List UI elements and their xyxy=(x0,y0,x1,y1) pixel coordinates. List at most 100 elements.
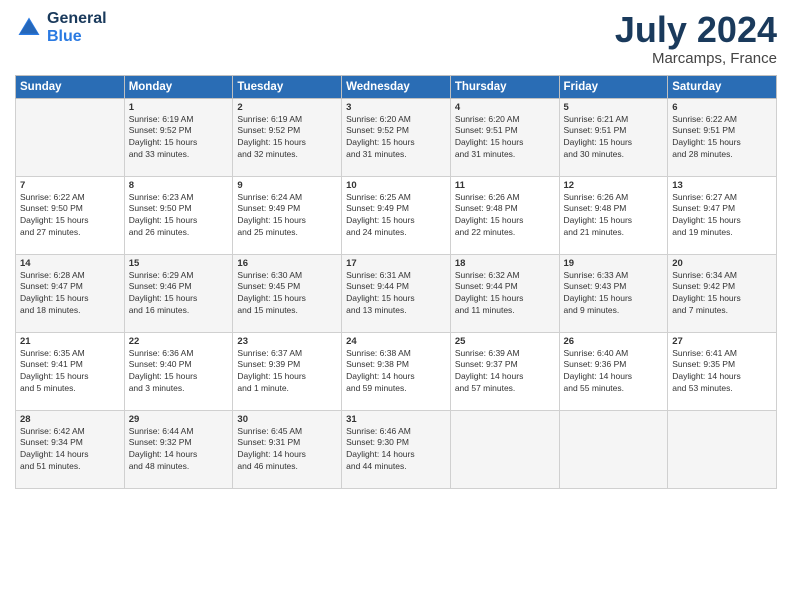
col-thursday: Thursday xyxy=(450,75,559,98)
day-number: 17 xyxy=(346,258,446,269)
header: General Blue July 2024 Marcamps, France xyxy=(15,10,777,67)
day-info: Sunrise: 6:27 AM Sunset: 9:47 PM Dayligh… xyxy=(672,192,772,240)
day-info: Sunrise: 6:40 AM Sunset: 9:36 PM Dayligh… xyxy=(564,348,664,396)
day-number: 10 xyxy=(346,180,446,191)
calendar-cell: 10Sunrise: 6:25 AM Sunset: 9:49 PM Dayli… xyxy=(342,176,451,254)
day-info: Sunrise: 6:34 AM Sunset: 9:42 PM Dayligh… xyxy=(672,270,772,318)
day-number: 8 xyxy=(129,180,229,191)
day-number: 27 xyxy=(672,336,772,347)
day-number: 9 xyxy=(237,180,337,191)
day-number: 24 xyxy=(346,336,446,347)
day-number: 14 xyxy=(20,258,120,269)
calendar-cell xyxy=(668,410,777,488)
col-wednesday: Wednesday xyxy=(342,75,451,98)
calendar-cell: 16Sunrise: 6:30 AM Sunset: 9:45 PM Dayli… xyxy=(233,254,342,332)
day-info: Sunrise: 6:21 AM Sunset: 9:51 PM Dayligh… xyxy=(564,114,664,162)
col-sunday: Sunday xyxy=(16,75,125,98)
day-number: 18 xyxy=(455,258,555,269)
week-row-3: 14Sunrise: 6:28 AM Sunset: 9:47 PM Dayli… xyxy=(16,254,777,332)
calendar-cell: 12Sunrise: 6:26 AM Sunset: 9:48 PM Dayli… xyxy=(559,176,668,254)
col-tuesday: Tuesday xyxy=(233,75,342,98)
day-info: Sunrise: 6:22 AM Sunset: 9:51 PM Dayligh… xyxy=(672,114,772,162)
day-number: 6 xyxy=(672,102,772,113)
calendar-cell: 30Sunrise: 6:45 AM Sunset: 9:31 PM Dayli… xyxy=(233,410,342,488)
calendar-cell: 8Sunrise: 6:23 AM Sunset: 9:50 PM Daylig… xyxy=(124,176,233,254)
calendar-cell: 25Sunrise: 6:39 AM Sunset: 9:37 PM Dayli… xyxy=(450,332,559,410)
calendar-cell: 26Sunrise: 6:40 AM Sunset: 9:36 PM Dayli… xyxy=(559,332,668,410)
header-row: Sunday Monday Tuesday Wednesday Thursday… xyxy=(16,75,777,98)
day-number: 11 xyxy=(455,180,555,191)
page: General Blue July 2024 Marcamps, France … xyxy=(0,0,792,612)
month-title: July 2024 xyxy=(615,10,777,50)
calendar-cell: 29Sunrise: 6:44 AM Sunset: 9:32 PM Dayli… xyxy=(124,410,233,488)
calendar-cell: 13Sunrise: 6:27 AM Sunset: 9:47 PM Dayli… xyxy=(668,176,777,254)
day-info: Sunrise: 6:38 AM Sunset: 9:38 PM Dayligh… xyxy=(346,348,446,396)
day-info: Sunrise: 6:26 AM Sunset: 9:48 PM Dayligh… xyxy=(455,192,555,240)
day-number: 26 xyxy=(564,336,664,347)
day-info: Sunrise: 6:26 AM Sunset: 9:48 PM Dayligh… xyxy=(564,192,664,240)
day-number: 22 xyxy=(129,336,229,347)
day-number: 29 xyxy=(129,414,229,425)
calendar-cell xyxy=(16,98,125,176)
day-info: Sunrise: 6:23 AM Sunset: 9:50 PM Dayligh… xyxy=(129,192,229,240)
calendar-cell xyxy=(450,410,559,488)
week-row-1: 1Sunrise: 6:19 AM Sunset: 9:52 PM Daylig… xyxy=(16,98,777,176)
week-row-4: 21Sunrise: 6:35 AM Sunset: 9:41 PM Dayli… xyxy=(16,332,777,410)
calendar-cell: 3Sunrise: 6:20 AM Sunset: 9:52 PM Daylig… xyxy=(342,98,451,176)
col-saturday: Saturday xyxy=(668,75,777,98)
calendar-cell xyxy=(559,410,668,488)
calendar-cell: 14Sunrise: 6:28 AM Sunset: 9:47 PM Dayli… xyxy=(16,254,125,332)
day-number: 12 xyxy=(564,180,664,191)
day-number: 4 xyxy=(455,102,555,113)
day-info: Sunrise: 6:45 AM Sunset: 9:31 PM Dayligh… xyxy=(237,426,337,474)
day-info: Sunrise: 6:25 AM Sunset: 9:49 PM Dayligh… xyxy=(346,192,446,240)
day-number: 31 xyxy=(346,414,446,425)
day-info: Sunrise: 6:33 AM Sunset: 9:43 PM Dayligh… xyxy=(564,270,664,318)
title-block: July 2024 Marcamps, France xyxy=(615,10,777,67)
day-number: 15 xyxy=(129,258,229,269)
day-info: Sunrise: 6:37 AM Sunset: 9:39 PM Dayligh… xyxy=(237,348,337,396)
calendar-cell: 24Sunrise: 6:38 AM Sunset: 9:38 PM Dayli… xyxy=(342,332,451,410)
calendar-cell: 9Sunrise: 6:24 AM Sunset: 9:49 PM Daylig… xyxy=(233,176,342,254)
calendar-table: Sunday Monday Tuesday Wednesday Thursday… xyxy=(15,75,777,489)
calendar-cell: 6Sunrise: 6:22 AM Sunset: 9:51 PM Daylig… xyxy=(668,98,777,176)
calendar-cell: 22Sunrise: 6:36 AM Sunset: 9:40 PM Dayli… xyxy=(124,332,233,410)
day-number: 16 xyxy=(237,258,337,269)
day-number: 7 xyxy=(20,180,120,191)
calendar-cell: 11Sunrise: 6:26 AM Sunset: 9:48 PM Dayli… xyxy=(450,176,559,254)
calendar-cell: 2Sunrise: 6:19 AM Sunset: 9:52 PM Daylig… xyxy=(233,98,342,176)
day-info: Sunrise: 6:20 AM Sunset: 9:52 PM Dayligh… xyxy=(346,114,446,162)
day-info: Sunrise: 6:32 AM Sunset: 9:44 PM Dayligh… xyxy=(455,270,555,318)
calendar-cell: 28Sunrise: 6:42 AM Sunset: 9:34 PM Dayli… xyxy=(16,410,125,488)
col-monday: Monday xyxy=(124,75,233,98)
logo: General Blue xyxy=(15,10,107,46)
day-number: 13 xyxy=(672,180,772,191)
calendar-cell: 5Sunrise: 6:21 AM Sunset: 9:51 PM Daylig… xyxy=(559,98,668,176)
day-number: 19 xyxy=(564,258,664,269)
location: Marcamps, France xyxy=(615,50,777,67)
day-info: Sunrise: 6:19 AM Sunset: 9:52 PM Dayligh… xyxy=(129,114,229,162)
day-number: 3 xyxy=(346,102,446,113)
day-info: Sunrise: 6:42 AM Sunset: 9:34 PM Dayligh… xyxy=(20,426,120,474)
logo-text: General Blue xyxy=(47,10,107,46)
day-number: 2 xyxy=(237,102,337,113)
day-info: Sunrise: 6:36 AM Sunset: 9:40 PM Dayligh… xyxy=(129,348,229,396)
calendar-cell: 21Sunrise: 6:35 AM Sunset: 9:41 PM Dayli… xyxy=(16,332,125,410)
day-number: 23 xyxy=(237,336,337,347)
day-info: Sunrise: 6:22 AM Sunset: 9:50 PM Dayligh… xyxy=(20,192,120,240)
day-info: Sunrise: 6:28 AM Sunset: 9:47 PM Dayligh… xyxy=(20,270,120,318)
calendar-cell: 23Sunrise: 6:37 AM Sunset: 9:39 PM Dayli… xyxy=(233,332,342,410)
day-info: Sunrise: 6:39 AM Sunset: 9:37 PM Dayligh… xyxy=(455,348,555,396)
day-info: Sunrise: 6:20 AM Sunset: 9:51 PM Dayligh… xyxy=(455,114,555,162)
week-row-5: 28Sunrise: 6:42 AM Sunset: 9:34 PM Dayli… xyxy=(16,410,777,488)
day-number: 1 xyxy=(129,102,229,113)
calendar-cell: 27Sunrise: 6:41 AM Sunset: 9:35 PM Dayli… xyxy=(668,332,777,410)
day-info: Sunrise: 6:35 AM Sunset: 9:41 PM Dayligh… xyxy=(20,348,120,396)
calendar-cell: 1Sunrise: 6:19 AM Sunset: 9:52 PM Daylig… xyxy=(124,98,233,176)
day-number: 25 xyxy=(455,336,555,347)
day-number: 28 xyxy=(20,414,120,425)
calendar-cell: 19Sunrise: 6:33 AM Sunset: 9:43 PM Dayli… xyxy=(559,254,668,332)
calendar-cell: 18Sunrise: 6:32 AM Sunset: 9:44 PM Dayli… xyxy=(450,254,559,332)
calendar-cell: 15Sunrise: 6:29 AM Sunset: 9:46 PM Dayli… xyxy=(124,254,233,332)
logo-icon xyxy=(15,14,43,42)
